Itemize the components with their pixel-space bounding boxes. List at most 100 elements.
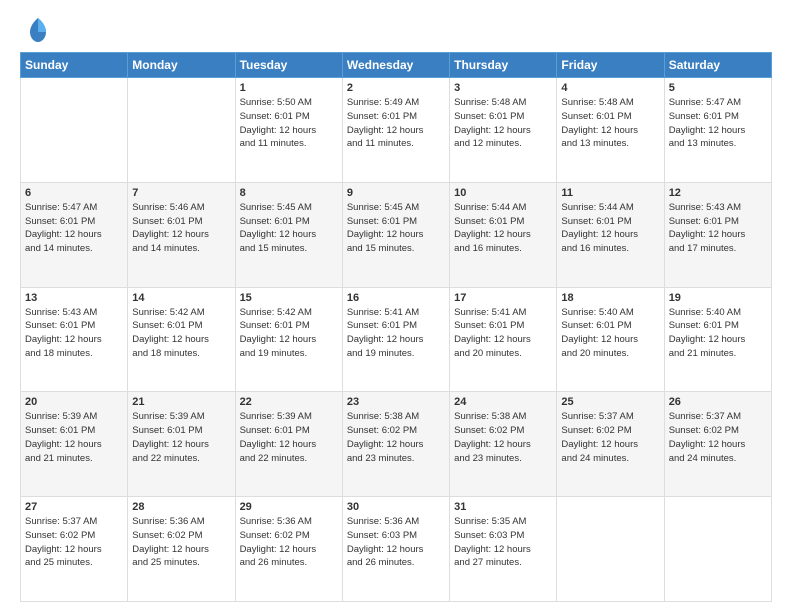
day-info: Sunrise: 5:42 AM Sunset: 6:01 PM Dayligh… — [132, 306, 230, 361]
day-number: 23 — [347, 396, 445, 408]
calendar-cell: 25 Sunrise: 5:37 AM Sunset: 6:02 PM Dayli… — [557, 392, 664, 497]
day-number: 31 — [454, 501, 552, 513]
day-info: Sunrise: 5:37 AM Sunset: 6:02 PM Dayligh… — [25, 515, 123, 570]
calendar-cell: 8 Sunrise: 5:45 AM Sunset: 6:01 PM Daylig… — [235, 182, 342, 287]
calendar-cell: 1Sunrise: 5:50 AM Sunset: 6:01 PM Daylig… — [235, 78, 342, 183]
logo — [20, 16, 52, 44]
calendar-cell: 31Sunrise: 5:35 AM Sunset: 6:03 PM Dayli… — [450, 497, 557, 602]
calendar-cell: 29 Sunrise: 5:36 AM Sunset: 6:02 PM Dayli… — [235, 497, 342, 602]
calendar-cell: 19 Sunrise: 5:40 AM Sunset: 6:01 PM Dayli… — [664, 287, 771, 392]
weekday-header-tuesday: Tuesday — [235, 53, 342, 78]
day-number: 1 — [240, 82, 338, 94]
day-info: Sunrise: 5:43 AM Sunset: 6:01 PM Dayligh… — [669, 201, 767, 256]
calendar-cell: 3 Sunrise: 5:48 AM Sunset: 6:01 PM Daylig… — [450, 78, 557, 183]
day-number: 6 — [25, 187, 123, 199]
day-number: 11 — [561, 187, 659, 199]
calendar-cell: 12 Sunrise: 5:43 AM Sunset: 6:01 PM Dayli… — [664, 182, 771, 287]
day-info: Sunrise: 5:39 AM Sunset: 6:01 PM Dayligh… — [240, 410, 338, 465]
day-number: 12 — [669, 187, 767, 199]
calendar-week-row: 13 Sunrise: 5:43 AM Sunset: 6:01 PM Dayli… — [21, 287, 772, 392]
day-info: Sunrise: 5:40 AM Sunset: 6:01 PM Dayligh… — [669, 306, 767, 361]
calendar-cell: 2 Sunrise: 5:49 AM Sunset: 6:01 PM Daylig… — [342, 78, 449, 183]
day-number: 29 — [240, 501, 338, 513]
day-info: Sunrise: 5:49 AM Sunset: 6:01 PM Dayligh… — [347, 96, 445, 151]
day-info: Sunrise: 5:42 AM Sunset: 6:01 PM Dayligh… — [240, 306, 338, 361]
calendar-cell: 26Sunrise: 5:37 AM Sunset: 6:02 PM Dayli… — [664, 392, 771, 497]
day-info: Sunrise: 5:43 AM Sunset: 6:01 PM Dayligh… — [25, 306, 123, 361]
day-number: 18 — [561, 292, 659, 304]
calendar-cell: 23 Sunrise: 5:38 AM Sunset: 6:02 PM Dayli… — [342, 392, 449, 497]
day-info: Sunrise: 5:48 AM Sunset: 6:01 PM Dayligh… — [454, 96, 552, 151]
day-number: 20 — [25, 396, 123, 408]
day-info: Sunrise: 5:48 AM Sunset: 6:01 PM Dayligh… — [561, 96, 659, 151]
day-number: 25 — [561, 396, 659, 408]
day-info: Sunrise: 5:47 AM Sunset: 6:01 PM Dayligh… — [669, 96, 767, 151]
page: SundayMondayTuesdayWednesdayThursdayFrid… — [0, 0, 792, 612]
calendar-cell: 21 Sunrise: 5:39 AM Sunset: 6:01 PM Dayli… — [128, 392, 235, 497]
calendar-cell: 17Sunrise: 5:41 AM Sunset: 6:01 PM Dayli… — [450, 287, 557, 392]
day-info: Sunrise: 5:41 AM Sunset: 6:01 PM Dayligh… — [347, 306, 445, 361]
weekday-header-thursday: Thursday — [450, 53, 557, 78]
day-number: 13 — [25, 292, 123, 304]
day-info: Sunrise: 5:37 AM Sunset: 6:02 PM Dayligh… — [561, 410, 659, 465]
day-info: Sunrise: 5:45 AM Sunset: 6:01 PM Dayligh… — [347, 201, 445, 256]
day-number: 5 — [669, 82, 767, 94]
calendar-cell — [664, 497, 771, 602]
calendar-cell: 18 Sunrise: 5:40 AM Sunset: 6:01 PM Dayli… — [557, 287, 664, 392]
day-info: Sunrise: 5:44 AM Sunset: 6:01 PM Dayligh… — [561, 201, 659, 256]
calendar-cell: 10 Sunrise: 5:44 AM Sunset: 6:01 PM Dayli… — [450, 182, 557, 287]
day-number: 28 — [132, 501, 230, 513]
calendar-table: SundayMondayTuesdayWednesdayThursdayFrid… — [20, 52, 772, 602]
day-number: 2 — [347, 82, 445, 94]
day-number: 30 — [347, 501, 445, 513]
day-info: Sunrise: 5:47 AM Sunset: 6:01 PM Dayligh… — [25, 201, 123, 256]
calendar-cell: 28 Sunrise: 5:36 AM Sunset: 6:02 PM Dayli… — [128, 497, 235, 602]
day-number: 15 — [240, 292, 338, 304]
day-number: 19 — [669, 292, 767, 304]
day-info: Sunrise: 5:36 AM Sunset: 6:03 PM Dayligh… — [347, 515, 445, 570]
day-info: Sunrise: 5:39 AM Sunset: 6:01 PM Dayligh… — [132, 410, 230, 465]
day-number: 27 — [25, 501, 123, 513]
calendar-cell: 14 Sunrise: 5:42 AM Sunset: 6:01 PM Dayli… — [128, 287, 235, 392]
weekday-header-saturday: Saturday — [664, 53, 771, 78]
day-info: Sunrise: 5:36 AM Sunset: 6:02 PM Dayligh… — [240, 515, 338, 570]
calendar-cell: 6 Sunrise: 5:47 AM Sunset: 6:01 PM Daylig… — [21, 182, 128, 287]
day-info: Sunrise: 5:39 AM Sunset: 6:01 PM Dayligh… — [25, 410, 123, 465]
calendar-week-row: 20 Sunrise: 5:39 AM Sunset: 6:01 PM Dayli… — [21, 392, 772, 497]
calendar-week-row: 27 Sunrise: 5:37 AM Sunset: 6:02 PM Dayli… — [21, 497, 772, 602]
day-info: Sunrise: 5:37 AM Sunset: 6:02 PM Dayligh… — [669, 410, 767, 465]
day-info: Sunrise: 5:41 AM Sunset: 6:01 PM Dayligh… — [454, 306, 552, 361]
day-info: Sunrise: 5:36 AM Sunset: 6:02 PM Dayligh… — [132, 515, 230, 570]
day-number: 14 — [132, 292, 230, 304]
header — [20, 16, 772, 44]
calendar-cell — [21, 78, 128, 183]
day-info: Sunrise: 5:40 AM Sunset: 6:01 PM Dayligh… — [561, 306, 659, 361]
calendar-cell: 20 Sunrise: 5:39 AM Sunset: 6:01 PM Dayli… — [21, 392, 128, 497]
calendar-cell — [557, 497, 664, 602]
day-info: Sunrise: 5:46 AM Sunset: 6:01 PM Dayligh… — [132, 201, 230, 256]
day-number: 4 — [561, 82, 659, 94]
day-info: Sunrise: 5:45 AM Sunset: 6:01 PM Dayligh… — [240, 201, 338, 256]
calendar-week-row: 6 Sunrise: 5:47 AM Sunset: 6:01 PM Daylig… — [21, 182, 772, 287]
weekday-header-sunday: Sunday — [21, 53, 128, 78]
calendar-cell: 9 Sunrise: 5:45 AM Sunset: 6:01 PM Daylig… — [342, 182, 449, 287]
calendar-cell: 15 Sunrise: 5:42 AM Sunset: 6:01 PM Dayli… — [235, 287, 342, 392]
calendar-cell: 24Sunrise: 5:38 AM Sunset: 6:02 PM Dayli… — [450, 392, 557, 497]
day-number: 10 — [454, 187, 552, 199]
calendar-cell — [128, 78, 235, 183]
day-number: 7 — [132, 187, 230, 199]
day-number: 3 — [454, 82, 552, 94]
calendar-cell: 16Sunrise: 5:41 AM Sunset: 6:01 PM Dayli… — [342, 287, 449, 392]
calendar-cell: 30 Sunrise: 5:36 AM Sunset: 6:03 PM Dayli… — [342, 497, 449, 602]
day-info: Sunrise: 5:38 AM Sunset: 6:02 PM Dayligh… — [347, 410, 445, 465]
day-number: 8 — [240, 187, 338, 199]
calendar-cell: 27 Sunrise: 5:37 AM Sunset: 6:02 PM Dayli… — [21, 497, 128, 602]
day-info: Sunrise: 5:44 AM Sunset: 6:01 PM Dayligh… — [454, 201, 552, 256]
calendar-week-row: 1Sunrise: 5:50 AM Sunset: 6:01 PM Daylig… — [21, 78, 772, 183]
day-number: 21 — [132, 396, 230, 408]
weekday-header-wednesday: Wednesday — [342, 53, 449, 78]
day-info: Sunrise: 5:38 AM Sunset: 6:02 PM Dayligh… — [454, 410, 552, 465]
day-number: 9 — [347, 187, 445, 199]
calendar-cell: 7 Sunrise: 5:46 AM Sunset: 6:01 PM Daylig… — [128, 182, 235, 287]
calendar-cell: 5 Sunrise: 5:47 AM Sunset: 6:01 PM Daylig… — [664, 78, 771, 183]
